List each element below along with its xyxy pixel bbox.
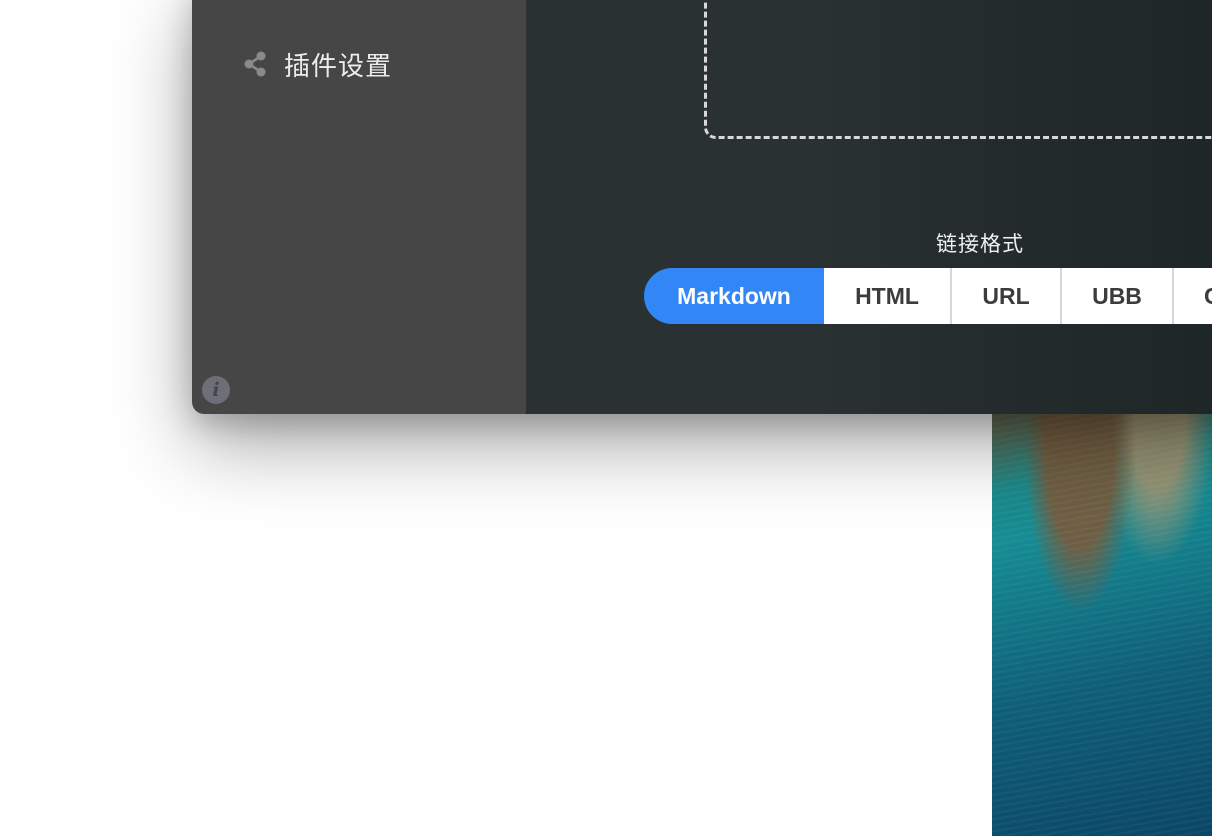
info-icon[interactable]: i <box>202 376 230 404</box>
sidebar-item-label: 插件设置 <box>284 51 393 82</box>
format-option-markdown[interactable]: Markdown <box>644 268 824 324</box>
format-option-custom[interactable]: C <box>1174 268 1212 324</box>
desktop-wallpaper <box>992 380 1212 836</box>
format-option-ubb[interactable]: UBB <box>1062 268 1174 324</box>
app-window: 插件设置 i 链接格式 Markdown HTML URL UBB C <box>192 0 1212 414</box>
sidebar-item-plugin-settings[interactable]: 插件设置 <box>240 46 392 82</box>
link-format-segmented-control: Markdown HTML URL UBB C <box>644 268 1212 324</box>
format-option-url[interactable]: URL <box>952 268 1062 324</box>
link-format-title: 链接格式 <box>936 232 1024 256</box>
sidebar: 插件设置 i <box>192 0 526 414</box>
image-drop-zone[interactable] <box>704 0 1212 139</box>
share-icon <box>240 49 270 79</box>
main-pane: 链接格式 Markdown HTML URL UBB C <box>526 0 1212 414</box>
format-option-html[interactable]: HTML <box>824 268 952 324</box>
